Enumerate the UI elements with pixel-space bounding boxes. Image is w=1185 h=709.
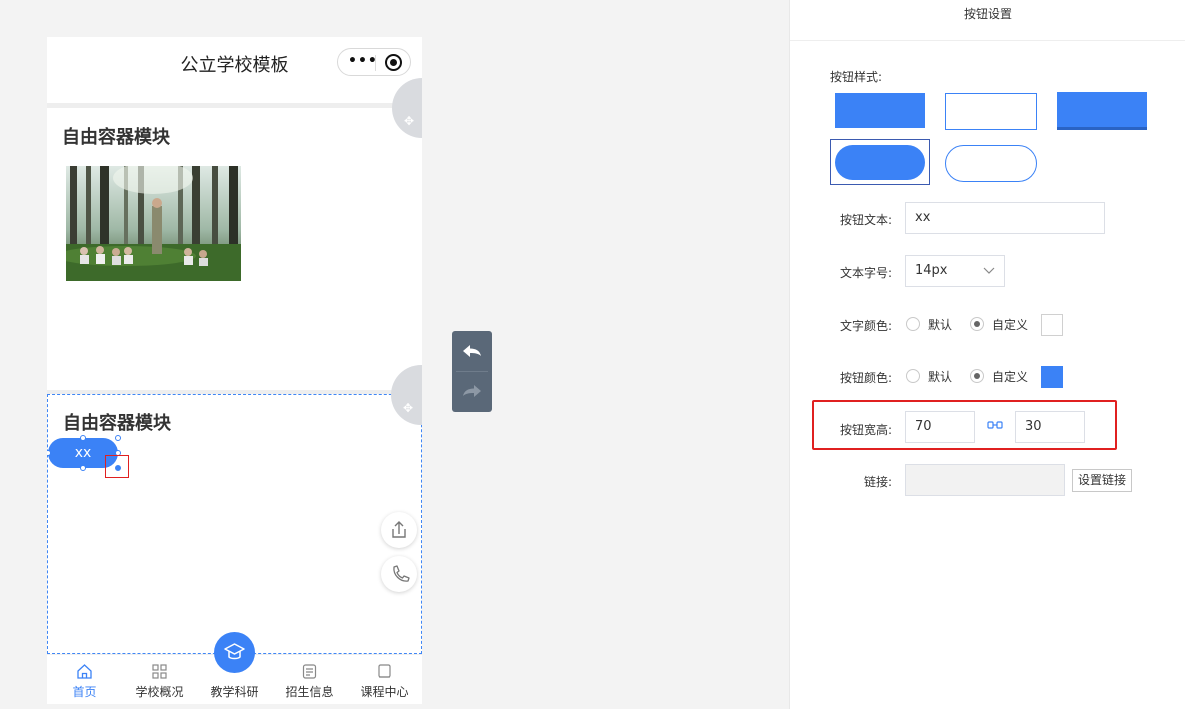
text-color-default-radio[interactable] xyxy=(906,317,920,331)
graduation-cap-icon[interactable] xyxy=(214,632,255,673)
home-icon xyxy=(77,664,92,679)
share-button[interactable] xyxy=(381,512,417,548)
highlight-box-resize-handle xyxy=(105,455,129,478)
move-icon[interactable]: ✥ xyxy=(404,114,414,128)
text-color-label: 文字颜色: xyxy=(840,319,893,333)
font-size-label: 文本字号: xyxy=(840,266,893,280)
button-color-swatch[interactable] xyxy=(1041,366,1063,388)
tab-label: 教学科研 xyxy=(210,685,259,699)
button-color-custom-radio[interactable] xyxy=(970,369,984,383)
style-option-solid[interactable] xyxy=(835,93,925,128)
style-option-outline[interactable] xyxy=(945,93,1037,130)
phone-button[interactable] xyxy=(381,556,417,592)
radio-label: 默认 xyxy=(928,318,953,332)
mini-program-nav-bar: 公立学校模板 ••• xyxy=(47,37,422,103)
resize-handle-top-right[interactable] xyxy=(115,435,121,441)
target-circle-icon[interactable] xyxy=(385,54,402,71)
resize-handle-top[interactable] xyxy=(80,435,86,441)
more-dots-icon[interactable]: ••• xyxy=(348,53,378,69)
tab-course-center[interactable]: 课程中心 xyxy=(347,655,422,704)
capsule-menu[interactable]: ••• xyxy=(337,48,411,76)
text-color-swatch[interactable] xyxy=(1041,314,1063,336)
phone-preview: 公立学校模板 ••• 自由容器模块 ✥ 自由容器模块 ✥ xx 首页 学校概况 … xyxy=(47,37,422,704)
capsule-divider xyxy=(375,55,376,71)
tab-label: 首页 xyxy=(72,685,97,699)
highlight-box-size-setting xyxy=(812,400,1117,450)
link-label: 链接: xyxy=(864,475,893,489)
tab-center-circle[interactable] xyxy=(214,632,255,673)
phone-icon[interactable] xyxy=(381,556,417,592)
button-style-label: 按钮样式: xyxy=(830,70,883,84)
book-icon xyxy=(378,664,391,678)
tab-school-overview[interactable]: 学校概况 xyxy=(122,655,197,704)
tab-label: 学校概况 xyxy=(135,685,184,699)
button-color-default-radio[interactable] xyxy=(906,369,920,383)
module-title: 自由容器模块 xyxy=(63,413,171,434)
font-size-select[interactable]: 14px xyxy=(905,255,1005,287)
font-size-value: 14px xyxy=(915,263,948,278)
module-title: 自由容器模块 xyxy=(62,127,170,148)
style-option-pill-selected[interactable] xyxy=(830,139,930,185)
tab-home[interactable]: 首页 xyxy=(47,655,122,704)
undo-icon[interactable] xyxy=(452,331,492,371)
link-input[interactable] xyxy=(905,464,1065,496)
document-icon xyxy=(302,664,317,679)
tab-label: 招生信息 xyxy=(285,685,334,699)
radio-label: 默认 xyxy=(928,370,953,384)
button-color-label: 按钮颜色: xyxy=(840,371,893,385)
move-icon[interactable]: ✥ xyxy=(403,401,413,415)
chevron-down-icon xyxy=(983,267,995,274)
pill-preview xyxy=(835,145,925,180)
radio-label: 自定义 xyxy=(992,370,1029,384)
button-text-input[interactable]: xx xyxy=(905,202,1105,234)
button-settings-panel: 按钮设置 按钮样式: 按钮文本: xx 文本字号: 14px 文字颜色: 默认 … xyxy=(789,0,1185,709)
resize-handle-bottom[interactable] xyxy=(80,465,86,471)
tab-admissions[interactable]: 招生信息 xyxy=(272,655,347,704)
button-text-label: 按钮文本: xyxy=(840,213,893,227)
settings-title: 按钮设置 xyxy=(790,0,1185,41)
text-color-custom-radio[interactable] xyxy=(970,317,984,331)
tab-label: 课程中心 xyxy=(360,685,409,699)
redo-button[interactable] xyxy=(452,372,492,412)
forest-children-photo xyxy=(66,166,241,281)
undo-button[interactable] xyxy=(452,331,492,371)
style-option-outline-pill[interactable] xyxy=(945,145,1037,182)
free-container-module-2[interactable]: 自由容器模块 ✥ xx xyxy=(47,365,422,654)
radio-label: 自定义 xyxy=(992,318,1029,332)
grid-icon xyxy=(152,664,167,679)
history-toolbar xyxy=(452,331,492,412)
share-icon[interactable] xyxy=(381,512,417,548)
set-link-button[interactable]: 设置链接 xyxy=(1072,469,1132,492)
style-option-raised[interactable] xyxy=(1057,92,1147,130)
free-container-module-1[interactable]: 自由容器模块 ✥ xyxy=(47,78,422,390)
redo-icon[interactable] xyxy=(452,372,492,412)
